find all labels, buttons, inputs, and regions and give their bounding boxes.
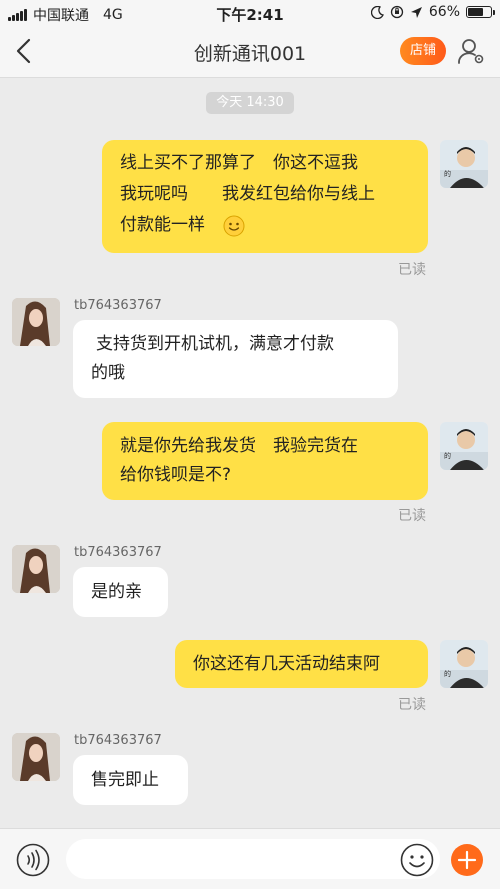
svg-text:的: 的 <box>444 669 451 678</box>
avatar[interactable] <box>12 545 60 593</box>
voice-icon[interactable] <box>16 843 50 877</box>
read-receipt: 已读 <box>398 262 426 278</box>
message-bubble[interactable]: 售完即止 <box>73 755 188 805</box>
moon-icon <box>370 5 384 19</box>
message-bubble[interactable]: 就是你先给我发货 我验完货在 给你钱呗是不? <box>102 422 428 500</box>
sender-name: tb764363767 <box>74 733 162 748</box>
battery-percent: 66% <box>428 4 460 20</box>
battery-icon <box>466 6 495 18</box>
sender-name: tb764363767 <box>74 545 162 560</box>
svg-text:的: 的 <box>444 169 451 178</box>
avatar[interactable]: 的 <box>440 640 488 688</box>
nav-bar: 创新通讯001 店铺 <box>0 26 500 78</box>
avatar[interactable]: 的 <box>440 140 488 188</box>
message-line: 的哦 <box>91 363 125 383</box>
message-line: 售完即止 <box>91 770 159 790</box>
message-line-row: 付款能一样 <box>120 210 410 241</box>
message-bubble[interactable]: 你这还有几天活动结束阿 <box>175 640 428 688</box>
smile-emoji-icon <box>223 215 245 236</box>
message-line: 给你钱呗是不? <box>120 465 232 485</box>
svg-text:的: 的 <box>444 451 451 460</box>
shop-button[interactable]: 店铺 <box>400 37 446 65</box>
message-line: 是的亲 <box>91 582 142 602</box>
avatar[interactable]: 的 <box>440 422 488 470</box>
user-settings-icon[interactable] <box>456 36 486 66</box>
orientation-lock-icon <box>390 5 404 19</box>
message-bubble[interactable]: 支持货到开机试机，满意才付款 的哦 <box>73 320 398 398</box>
location-icon <box>410 6 422 18</box>
status-right: 66% <box>370 4 495 20</box>
chat-timestamp: 今天 14:30 <box>206 92 294 114</box>
status-bar: 中国联通 4G 下午2:41 66% <box>0 0 500 26</box>
message-line: 你这还有几天活动结束阿 <box>193 654 380 674</box>
message-line: 付款能一样 <box>120 215 205 235</box>
message-input[interactable] <box>66 839 440 879</box>
message-line: 就是你先给我发货 我验完货在 <box>120 436 358 456</box>
message-line: 我玩呢吗 我发红包给你与线上 <box>120 184 375 204</box>
sender-name: tb764363767 <box>74 298 162 313</box>
message-bubble[interactable]: 线上买不了那算了 你这不逗我 我玩呢吗 我发红包给你与线上 付款能一样 <box>102 140 428 253</box>
emoji-icon[interactable] <box>400 843 434 877</box>
message-line: 线上买不了那算了 你这不逗我 <box>120 153 358 173</box>
message-line: 支持货到开机试机，满意才付款 <box>96 334 334 354</box>
read-receipt: 已读 <box>398 697 426 713</box>
message-bubble[interactable]: 是的亲 <box>73 567 168 617</box>
input-bar <box>0 828 500 889</box>
avatar[interactable] <box>12 733 60 781</box>
read-receipt: 已读 <box>398 508 426 524</box>
avatar[interactable] <box>12 298 60 346</box>
plus-icon[interactable] <box>450 843 484 877</box>
